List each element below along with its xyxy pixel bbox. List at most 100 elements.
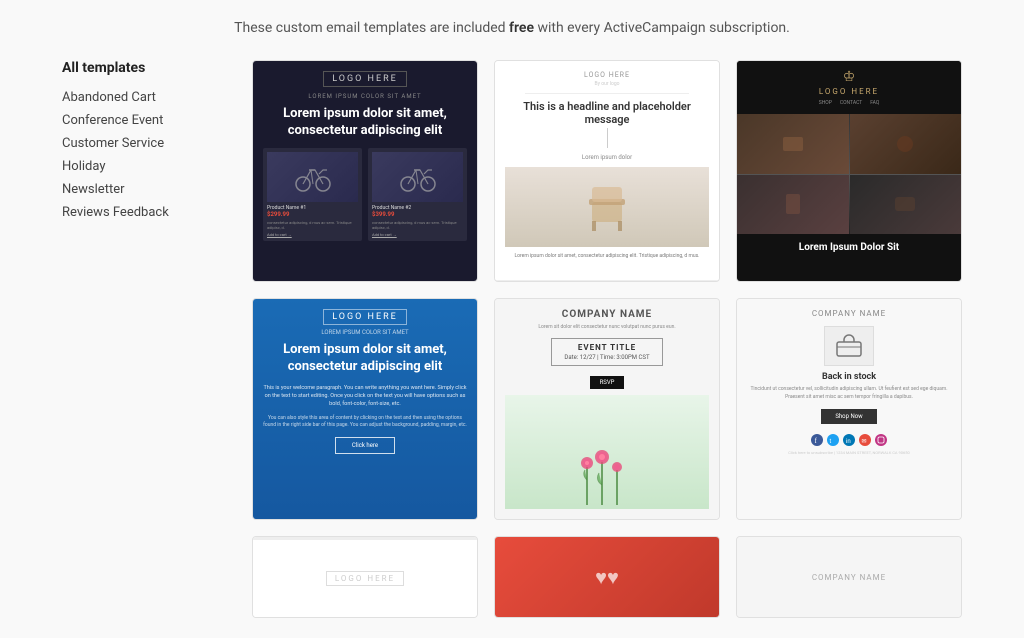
tpl1-product2-price: $399.99	[372, 211, 463, 218]
tpl3-caption: Lorem Ipsum Dolor Sit	[791, 234, 907, 261]
tpl3-brand-name: LOGO HERE	[819, 87, 879, 96]
page-wrapper: These custom email templates are include…	[0, 0, 1024, 638]
tpl6-footer: Click here to unsubscribe | 1234 MAIN ST…	[788, 450, 910, 455]
tpl1-product2-desc: consectetur adipiscing, d mus ac sem. Tr…	[372, 220, 463, 230]
tpl1-bike1-img	[267, 152, 358, 202]
tpl4-headline: Lorem ipsum dolor sit amet, consectetur …	[263, 342, 467, 376]
tpl-1-content: LOGO HERE LOREM IPSUM COLOR SIT AMET Lor…	[253, 61, 477, 281]
template-preview-3: ♔ LOGO HERE SHOP CONTACT FAQ	[737, 61, 961, 281]
tpl6-back-text: Back in stock	[822, 372, 876, 382]
tpl3-nav-faq: FAQ	[870, 100, 879, 106]
tpl-6-content: COMPANY NAME Back in stock Tincidunt ut …	[737, 299, 961, 519]
sidebar-title: All templates	[62, 60, 222, 76]
template-card-back-in-stock[interactable]: COMPANY NAME Back in stock Tincidunt ut …	[736, 298, 962, 520]
tpl1-product1-desc: consectetur adipiscing, d mus ac sem. Tr…	[267, 220, 358, 230]
svg-text:in: in	[846, 439, 851, 444]
tpl4-logo: LOGO HERE	[323, 309, 407, 325]
svg-text:✉: ✉	[862, 438, 867, 444]
template-card-bottom-1[interactable]: LOGO HERE	[252, 536, 478, 618]
tpl5-tagline: Lorem sit dolor elit consectetur nunc vo…	[538, 324, 675, 330]
tpl-2-content: LOGO HERE By our logo This is a headline…	[495, 61, 719, 281]
tpl2-headline: This is a headline and placeholder messa…	[505, 100, 709, 126]
tpl6-shop-button[interactable]: Shop Now	[821, 409, 876, 424]
bottom2-icon: ♥♥	[595, 565, 619, 590]
tpl5-event-date: Date: 12/27 | Time: 3:00PM CST	[564, 354, 649, 361]
template-preview-bottom-3: COMPANY NAME	[737, 537, 961, 617]
flowers-decoration-icon	[567, 445, 647, 505]
template-card-bottom-2[interactable]: ♥♥	[494, 536, 720, 618]
header-description: These custom email templates are include…	[234, 20, 790, 36]
tpl1-products: Product Name #1 $299.99 consectetur adip…	[263, 148, 467, 241]
template-card-conference[interactable]: COMPANY NAME Lorem sit dolor elit consec…	[494, 298, 720, 520]
tpl3-fashion-img	[737, 114, 961, 234]
tpl1-sub: LOREM IPSUM COLOR SIT AMET	[308, 93, 421, 100]
sidebar-item-customer-service[interactable]: Customer Service	[62, 132, 222, 155]
templates-grid: LOGO HERE LOREM IPSUM COLOR SIT AMET Lor…	[252, 60, 962, 618]
tpl2-divider2	[607, 128, 608, 148]
bottom3-company: COMPANY NAME	[812, 573, 886, 582]
tpl2-tagline: By our logo	[595, 81, 620, 87]
tpl1-headline: Lorem ipsum dolor sit amet, consectetur …	[263, 106, 467, 140]
template-preview-4: LOGO HERE LOREM IPSUM COLOR SIT AMET Lor…	[253, 299, 477, 519]
tpl5-rsvp-button[interactable]: RSVP	[590, 376, 625, 389]
tpl5-event-box: EVENT TITLE Date: 12/27 | Time: 3:00PM C…	[551, 338, 662, 366]
tpl2-chair-img	[505, 167, 709, 247]
tpl6-company: COMPANY NAME	[812, 309, 886, 318]
bottom1-logo: LOGO HERE	[326, 571, 404, 586]
tpl3-cell4	[850, 175, 962, 235]
sidebar-item-holiday[interactable]: Holiday	[62, 155, 222, 178]
tpl6-lorem: Tincidunt ut consectetur vel, sollicitud…	[747, 386, 951, 401]
template-card-abandoned-cart[interactable]: LOGO HERE LOREM IPSUM COLOR SIT AMET Lor…	[252, 60, 478, 282]
main-content: All templates Abandoned Cart Conference …	[42, 60, 982, 618]
tpl-4-content: LOGO HERE LOREM IPSUM COLOR SIT AMET Lor…	[253, 299, 477, 519]
tpl1-bike2-img	[372, 152, 463, 202]
sidebar-item-newsletter[interactable]: Newsletter	[62, 178, 222, 201]
tpl3-cell3	[737, 175, 849, 235]
tpl4-cta-button[interactable]: Click here	[335, 437, 395, 454]
tpl-3-content: ♔ LOGO HERE SHOP CONTACT FAQ	[737, 61, 961, 281]
template-preview-1: LOGO HERE LOREM IPSUM COLOR SIT AMET Lor…	[253, 61, 477, 281]
tpl2-logo: LOGO HERE	[584, 71, 630, 79]
svg-text:f: f	[815, 437, 818, 444]
template-preview-5: COMPANY NAME Lorem sit dolor elit consec…	[495, 299, 719, 519]
template-card-fashion[interactable]: ♔ LOGO HERE SHOP CONTACT FAQ	[736, 60, 962, 282]
sidebar-item-abandoned-cart[interactable]: Abandoned Cart	[62, 86, 222, 109]
tpl6-social-row: f t in ✉	[811, 434, 887, 446]
tpl3-cell2	[850, 114, 962, 174]
tpl-bottom-3-content: COMPANY NAME	[737, 537, 961, 617]
tpl1-product1-price: $299.99	[267, 211, 358, 218]
twitter-icon: t	[827, 434, 839, 446]
tpl5-flowers-img	[505, 395, 709, 509]
tpl1-logo: LOGO HERE	[323, 71, 407, 87]
tpl1-add1-btn[interactable]: Add to cart →	[267, 232, 358, 237]
tpl4-body: This is your welcome paragraph. You can …	[263, 384, 467, 409]
template-card-bottom-3[interactable]: COMPANY NAME	[736, 536, 962, 618]
tpl-bottom-2-content: ♥♥	[495, 537, 719, 617]
template-preview-bottom-1: LOGO HERE	[253, 537, 477, 617]
svg-text:t: t	[830, 439, 832, 444]
tpl5-event-title: EVENT TITLE	[564, 343, 649, 352]
tpl-5-content: COMPANY NAME Lorem sit dolor elit consec…	[495, 299, 719, 519]
sidebar-item-conference-event[interactable]: Conference Event	[62, 109, 222, 132]
sidebar: All templates Abandoned Cart Conference …	[62, 60, 222, 618]
template-card-newsletter[interactable]: LOGO HERE By our logo This is a headline…	[494, 60, 720, 282]
tpl3-nav-shop: SHOP	[819, 100, 832, 106]
linkedin-icon: in	[843, 434, 855, 446]
tpl6-product-icon	[824, 326, 874, 366]
tpl3-nav-contact: CONTACT	[840, 100, 862, 106]
tpl1-add2-btn[interactable]: Add to cart →	[372, 232, 463, 237]
sidebar-item-reviews-feedback[interactable]: Reviews Feedback	[62, 201, 222, 224]
instagram-icon	[875, 434, 887, 446]
tpl3-brand-icon: ♔	[843, 69, 856, 85]
tpl2-body: Lorem ipsum dolor sit amet, consectetur …	[514, 253, 699, 260]
tpl3-cell1	[737, 114, 849, 174]
tpl3-fashion-grid	[737, 114, 961, 234]
tpl-bottom-1-content: LOGO HERE	[253, 537, 477, 617]
template-preview-2: LOGO HERE By our logo This is a headline…	[495, 61, 719, 281]
template-card-newsletter-blue[interactable]: LOGO HERE LOREM IPSUM COLOR SIT AMET Lor…	[252, 298, 478, 520]
shopping-bag-icon	[835, 334, 863, 358]
tpl3-logo-area: ♔ LOGO HERE SHOP CONTACT FAQ	[737, 61, 961, 114]
tpl1-product2: Product Name #2 $399.99 consectetur adip…	[368, 148, 467, 241]
tpl3-nav: SHOP CONTACT FAQ	[819, 100, 880, 106]
tpl5-company: COMPANY NAME	[562, 309, 652, 320]
